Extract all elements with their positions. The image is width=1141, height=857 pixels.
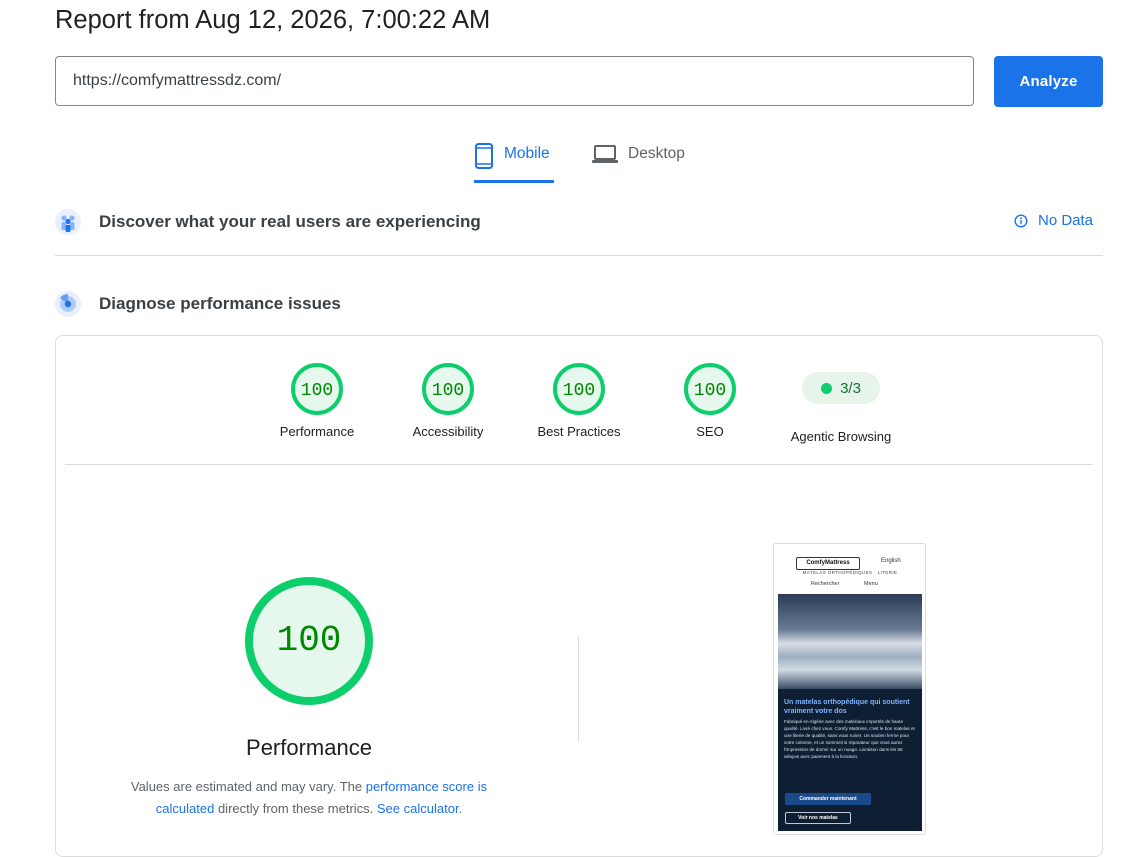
diagnose-icon: [55, 291, 81, 317]
site-logo: ComfyMattress: [796, 557, 860, 570]
hero-cta-secondary: Voir nos matelas: [785, 812, 851, 824]
no-data-label: No Data: [1038, 212, 1094, 229]
score-value: 100: [432, 381, 464, 401]
laptop-icon: [592, 145, 618, 163]
hero-image: [778, 594, 922, 689]
agentic-value: 3/3: [840, 379, 861, 397]
score-value: 100: [694, 381, 726, 401]
gauge-label: SEO: [696, 424, 724, 439]
lab-data-title: Diagnose performance issues: [99, 294, 341, 313]
main-performance-gauge: 100: [245, 577, 373, 705]
tab-desktop[interactable]: Desktop: [592, 140, 685, 180]
real-users-icon: [55, 209, 81, 235]
page-screenshot-thumbnail[interactable]: ComfyMattress English MATELAS ORTHOPÉDIQ…: [773, 543, 926, 835]
agentic-browsing-label: Agentic Browsing: [790, 429, 892, 444]
main-gauge-label: Performance: [246, 735, 372, 760]
site-nav-menu: Menu: [864, 581, 878, 587]
analyze-button[interactable]: Analyze: [994, 56, 1103, 107]
agentic-browsing-badge[interactable]: 3/3: [802, 372, 880, 404]
gauge-label: Performance: [279, 424, 355, 439]
pass-dot-icon: [821, 382, 833, 394]
tab-mobile[interactable]: Mobile: [474, 140, 554, 183]
hero-cta-primary: Commander maintenant: [785, 793, 871, 805]
field-data-title: Discover what your real users are experi…: [99, 212, 481, 231]
hero-heading: Un matelas orthopédique qui soutient vra…: [784, 699, 910, 715]
url-input[interactable]: [55, 56, 974, 106]
site-language: English: [881, 558, 901, 564]
no-data-status[interactable]: No Data: [1014, 212, 1093, 229]
score-ring: 100: [684, 363, 736, 415]
see-calculator-link[interactable]: See calculator: [377, 801, 459, 816]
hero-body: Fabriqué en Algérie avec des matériaux i…: [784, 719, 915, 759]
note-middle: directly from these metrics.: [214, 801, 377, 816]
site-nav-search: Rechercher: [811, 581, 840, 587]
gauge-seo[interactable]: 100 SEO: [645, 362, 775, 439]
score-value: 100: [301, 381, 333, 401]
smartphone-icon: [475, 143, 493, 169]
gauge-label: Accessibility: [412, 424, 484, 439]
section-divider: [55, 255, 1103, 256]
score-value: 100: [563, 381, 595, 401]
gauge-accessibility[interactable]: 100 Accessibility: [383, 362, 513, 439]
score-ring: 100: [291, 363, 343, 415]
tab-desktop-label: Desktop: [628, 145, 685, 162]
site-hero: Un matelas orthopédique qui soutient vra…: [778, 594, 922, 831]
note-prefix: Values are estimated and may vary. The: [130, 779, 366, 794]
page-title: Report from Aug 12, 2026, 7:00:22 AM: [55, 6, 491, 34]
score-ring: 100: [422, 363, 474, 415]
gauge-performance[interactable]: 100 Performance: [252, 362, 382, 439]
gauge-best-practices[interactable]: 100 Best Practices: [514, 362, 644, 439]
main-score-value: 100: [277, 620, 342, 661]
score-ring: 100: [553, 363, 605, 415]
card-divider: [65, 464, 1093, 465]
gauge-label: Best Practices: [537, 424, 621, 439]
estimate-note: Values are estimated and may vary. The p…: [108, 776, 510, 820]
site-tagline: MATELAS ORTHOPÉDIQUES · LITERIE: [802, 570, 898, 575]
note-suffix: .: [458, 801, 463, 816]
info-icon: [1014, 213, 1028, 228]
vertical-divider: [578, 636, 579, 742]
tab-mobile-label: Mobile: [504, 145, 550, 162]
